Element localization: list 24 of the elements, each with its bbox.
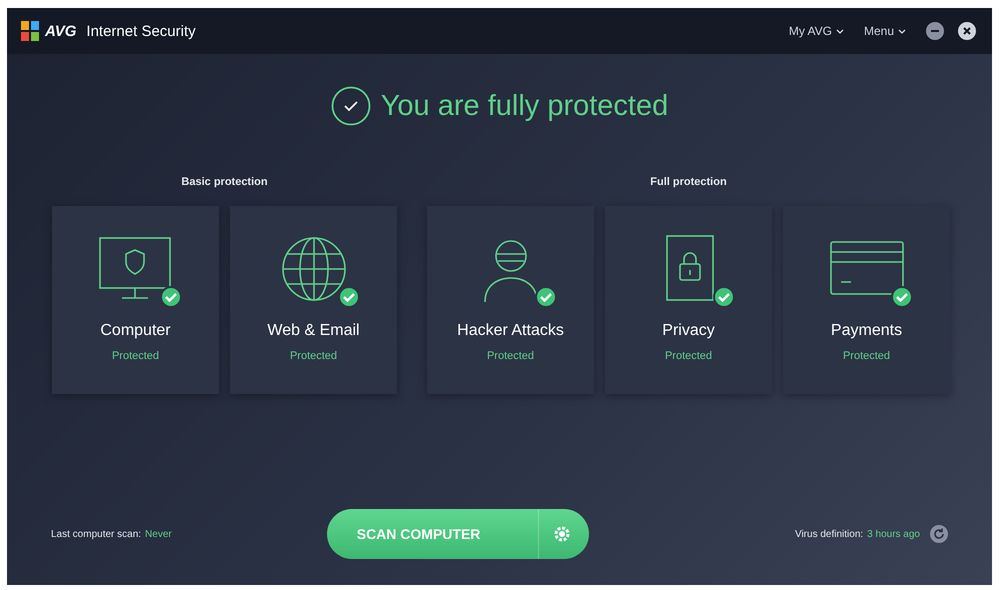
group-title: Basic protection: [181, 176, 268, 188]
protection-card[interactable]: Hacker Attacks Protected: [427, 206, 594, 394]
protection-card[interactable]: Web & Email Protected: [230, 206, 397, 394]
status-headline: You are fully protected: [380, 90, 668, 122]
menu-dropdown[interactable]: My AVG: [788, 24, 844, 38]
last-scan-value: Never: [145, 528, 172, 540]
logo-icon: [21, 21, 39, 41]
virus-definition-label: Virus definition:: [794, 528, 864, 540]
protection-card[interactable]: Payments Protected: [783, 206, 950, 394]
protection-card[interactable]: Computer Protected: [52, 206, 219, 394]
virus-definition-value: 3 hours ago: [867, 528, 920, 540]
window-title: Internet Security: [86, 22, 196, 40]
caret-icon: [836, 28, 844, 34]
check-circle-icon: [330, 86, 371, 126]
update-button[interactable]: [930, 525, 948, 543]
protection-card[interactable]: Privacy Protected: [605, 206, 772, 394]
caret-icon: [898, 28, 906, 34]
minimize-button[interactable]: [926, 22, 944, 40]
last-scan-label: Last computer scan:: [51, 528, 142, 540]
close-button[interactable]: [958, 22, 976, 40]
brand-name: AVG: [45, 22, 76, 40]
menu-dropdown[interactable]: Menu: [864, 24, 906, 38]
settings-icon: [552, 525, 571, 543]
group-title: Full protection: [650, 176, 727, 188]
